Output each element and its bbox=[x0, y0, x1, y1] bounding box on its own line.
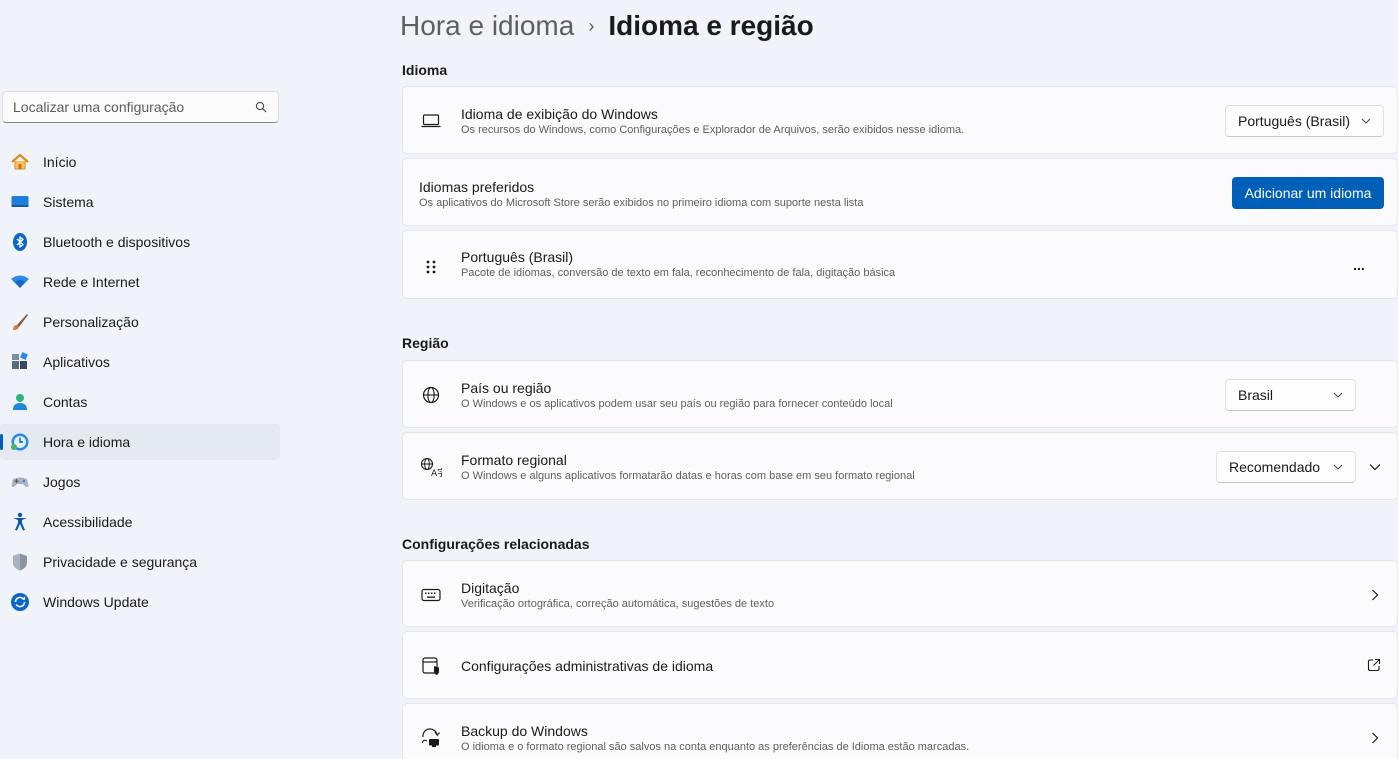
expand-chevron-icon[interactable] bbox=[1365, 457, 1385, 477]
sidebar-item-windows-update[interactable]: Windows Update bbox=[0, 584, 280, 620]
sidebar-item-label: Bluetooth e dispositivos bbox=[43, 234, 191, 250]
sidebar-item-label: Windows Update bbox=[43, 594, 149, 610]
chevron-right-icon bbox=[1367, 585, 1383, 605]
admin-language-title: Configurações administrativas de idioma bbox=[461, 658, 714, 674]
account-icon bbox=[10, 392, 30, 412]
breadcrumb: Hora e idioma › Idioma e região bbox=[400, 6, 814, 46]
chevron-right-icon bbox=[1367, 728, 1383, 748]
display-language-subtitle: Os recursos do Windows, como Configuraçõ… bbox=[461, 124, 965, 136]
svg-text:A字: A字 bbox=[431, 467, 442, 477]
accessibility-icon bbox=[10, 512, 30, 532]
sidebar-item-sistema[interactable]: Sistema bbox=[0, 184, 280, 220]
language-entry-title: Português (Brasil) bbox=[461, 249, 574, 265]
sidebar-item-label: Privacidade e segurança bbox=[43, 554, 198, 570]
more-options-button[interactable]: ... bbox=[1343, 253, 1375, 277]
sidebar-item-contas[interactable]: Contas bbox=[0, 384, 280, 420]
backup-card[interactable]: Backup do Windows O idioma e o formato r… bbox=[402, 703, 1398, 759]
country-subtitle: O Windows e os aplicativos podem usar se… bbox=[461, 398, 893, 410]
sidebar-item-label: Acessibilidade bbox=[43, 514, 133, 530]
brush-icon bbox=[10, 312, 30, 332]
typing-title: Digitação bbox=[461, 580, 520, 596]
sidebar-item-label: Início bbox=[43, 154, 77, 170]
sidebar: Localizar uma configuração Início Sistem… bbox=[0, 0, 290, 759]
language-entry-card[interactable]: Português (Brasil) Pacote de idiomas, co… bbox=[402, 230, 1398, 299]
regional-format-value: Recomendado bbox=[1229, 459, 1321, 475]
sidebar-item-jogos[interactable]: Jogos bbox=[0, 464, 280, 500]
backup-title: Backup do Windows bbox=[461, 723, 588, 739]
page-title: Idioma e região bbox=[608, 10, 814, 41]
display-language-title: Idioma de exibição do Windows bbox=[461, 106, 658, 122]
sidebar-item-hora-idioma[interactable]: Hora e idioma bbox=[0, 424, 280, 460]
chevron-down-icon bbox=[1333, 464, 1343, 470]
admin-language-icon bbox=[420, 655, 442, 677]
display-language-dropdown[interactable]: Português (Brasil) bbox=[1225, 105, 1384, 137]
sidebar-item-personalizacao[interactable]: Personalização bbox=[0, 304, 280, 340]
sidebar-item-rede[interactable]: Rede e Internet bbox=[0, 264, 280, 300]
regional-format-icon: A字 bbox=[420, 456, 442, 478]
backup-subtitle: O idioma e o formato regional são salvos… bbox=[461, 741, 970, 753]
search-placeholder: Localizar uma configuração bbox=[13, 99, 185, 115]
regional-format-subtitle: O Windows e alguns aplicativos formatarã… bbox=[461, 470, 915, 482]
wifi-icon bbox=[10, 272, 30, 292]
country-card: País ou região O Windows e os aplicativo… bbox=[402, 360, 1398, 428]
bluetooth-icon bbox=[10, 232, 30, 252]
section-title-relacionadas: Configurações relacionadas bbox=[402, 536, 590, 552]
monitor-icon bbox=[420, 110, 442, 132]
time-language-icon bbox=[10, 432, 30, 452]
gamepad-icon bbox=[10, 472, 30, 492]
update-icon bbox=[10, 592, 30, 612]
country-value: Brasil bbox=[1238, 387, 1274, 403]
preferred-languages-card: Idiomas preferidos Os aplicativos do Mic… bbox=[402, 158, 1398, 226]
apps-icon bbox=[10, 352, 30, 372]
preferred-languages-subtitle: Os aplicativos do Microsoft Store serão … bbox=[419, 197, 864, 209]
sidebar-item-bluetooth[interactable]: Bluetooth e dispositivos bbox=[0, 224, 280, 260]
section-title-idioma: Idioma bbox=[402, 62, 448, 78]
typing-subtitle: Verificação ortográfica, correção automá… bbox=[461, 598, 775, 610]
preferred-languages-title: Idiomas preferidos bbox=[419, 179, 535, 195]
language-entry-subtitle: Pacote de idiomas, conversão de texto em… bbox=[461, 267, 896, 279]
drag-handle-icon[interactable] bbox=[420, 256, 442, 278]
search-icon[interactable] bbox=[254, 100, 268, 114]
sidebar-item-label: Sistema bbox=[43, 194, 94, 210]
sidebar-item-aplicativos[interactable]: Aplicativos bbox=[0, 344, 280, 380]
sidebar-nav: Início Sistema Bluetooth e dispositivos … bbox=[0, 144, 280, 624]
shield-icon bbox=[10, 552, 30, 572]
chevron-down-icon bbox=[1361, 118, 1371, 124]
display-language-card: Idioma de exibição do Windows Os recurso… bbox=[402, 86, 1398, 154]
regional-format-card[interactable]: A字 Formato regional O Windows e alguns a… bbox=[402, 432, 1398, 500]
typing-card[interactable]: Digitação Verificação ortográfica, corre… bbox=[402, 560, 1398, 627]
sidebar-item-label: Aplicativos bbox=[43, 354, 110, 370]
sidebar-item-label: Rede e Internet bbox=[43, 274, 140, 290]
breadcrumb-parent[interactable]: Hora e idioma bbox=[400, 10, 574, 42]
admin-language-card[interactable]: Configurações administrativas de idioma bbox=[402, 631, 1398, 699]
system-icon bbox=[10, 192, 30, 212]
chevron-down-icon bbox=[1333, 392, 1343, 398]
breadcrumb-separator: › bbox=[588, 15, 595, 36]
keyboard-icon bbox=[420, 584, 442, 606]
sidebar-item-label: Jogos bbox=[43, 474, 81, 490]
country-title: País ou região bbox=[461, 380, 552, 396]
active-indicator bbox=[0, 434, 3, 450]
regional-format-title: Formato regional bbox=[461, 452, 567, 468]
home-icon bbox=[10, 152, 30, 172]
backup-icon bbox=[420, 727, 442, 749]
display-language-value: Português (Brasil) bbox=[1238, 113, 1351, 129]
sidebar-item-label: Contas bbox=[43, 394, 88, 410]
search-input[interactable]: Localizar uma configuração bbox=[2, 91, 279, 123]
regional-format-dropdown[interactable]: Recomendado bbox=[1216, 451, 1356, 483]
add-language-button[interactable]: Adicionar um idioma bbox=[1232, 177, 1384, 209]
sidebar-item-acessibilidade[interactable]: Acessibilidade bbox=[0, 504, 280, 540]
sidebar-item-privacidade[interactable]: Privacidade e segurança bbox=[0, 544, 280, 580]
sidebar-item-label: Personalização bbox=[43, 314, 139, 330]
open-external-icon bbox=[1365, 656, 1383, 674]
globe-icon bbox=[420, 384, 442, 406]
sidebar-item-label: Hora e idioma bbox=[43, 434, 131, 450]
section-title-regiao: Região bbox=[402, 335, 449, 351]
country-dropdown[interactable]: Brasil bbox=[1225, 379, 1356, 411]
sidebar-item-inicio[interactable]: Início bbox=[0, 144, 280, 180]
